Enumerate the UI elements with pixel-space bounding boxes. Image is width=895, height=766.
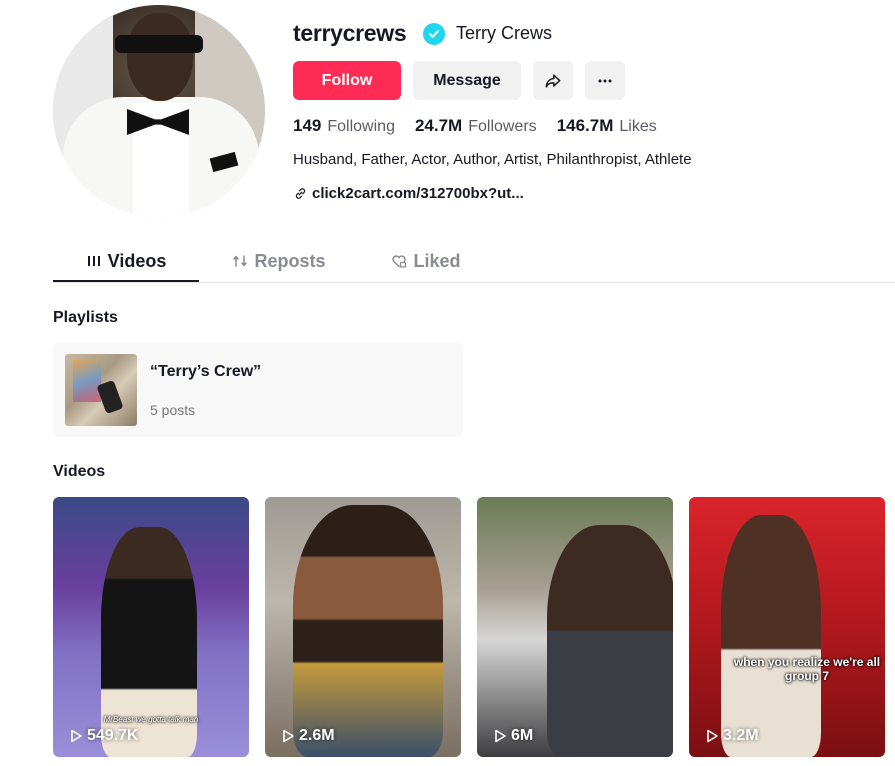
avatar-sunglasses: [115, 35, 203, 53]
playlist-thumbnail: [65, 354, 137, 426]
play-icon: [71, 729, 82, 743]
thumbnail-figure: [96, 379, 124, 415]
repost-icon: [233, 255, 248, 267]
playlists-heading: Playlists: [53, 309, 118, 326]
thumbnail-art: [73, 360, 101, 402]
follow-button[interactable]: Follow: [293, 61, 401, 100]
view-count: 549.7K: [87, 727, 139, 744]
video-views: 6M: [493, 727, 533, 745]
stat-value: 24.7M: [414, 116, 463, 135]
video-card[interactable]: 2.6M: [265, 497, 461, 757]
heart-lock-icon: [392, 255, 407, 268]
stat-label: Followers: [468, 118, 537, 135]
playlist-name: “Terry’s Crew”: [150, 363, 262, 380]
view-count: 3.2M: [723, 727, 759, 744]
stat-value: 146.7M: [556, 116, 614, 135]
tab-label: Videos: [107, 250, 167, 271]
verified-badge-icon: [423, 23, 445, 45]
tab-active-indicator: [53, 280, 199, 282]
stat-following[interactable]: 149 Following: [293, 116, 395, 136]
stat-likes: 146.7M Likes: [557, 116, 657, 136]
video-views: 3.2M: [705, 727, 759, 745]
video-thumbnail-subject: [293, 505, 443, 757]
tab-reposts[interactable]: Reposts: [219, 240, 339, 282]
grid-icon: [87, 256, 100, 266]
play-icon: [495, 729, 506, 743]
tab-label: Reposts: [254, 250, 326, 271]
stat-label: Following: [327, 118, 395, 135]
profile-stats: 149 Following 24.7M Followers 146.7M Likes: [293, 116, 657, 136]
stat-value: 149: [293, 116, 322, 135]
video-views: 2.6M: [281, 727, 335, 745]
video-caption: MrBeast we gotta talk man: [103, 715, 199, 724]
profile-avatar[interactable]: [53, 5, 265, 217]
profile-tabs: Videos Reposts Liked: [53, 240, 895, 283]
message-button[interactable]: Message: [413, 61, 521, 100]
playlist-card[interactable]: “Terry’s Crew” 5 posts: [53, 343, 463, 437]
profile-username: terrycrews: [293, 20, 407, 46]
video-grid: MrBeast we gotta talk man 549.7K 2.6M 6M…: [53, 497, 885, 757]
profile-bio: Husband, Father, Actor, Author, Artist, …: [293, 151, 692, 168]
share-button[interactable]: [533, 61, 573, 100]
playlist-count: 5 posts: [150, 402, 196, 418]
video-card[interactable]: MrBeast we gotta talk man 549.7K: [53, 497, 249, 757]
profile-link[interactable]: click2cart.com/312700bx?ut...: [293, 185, 524, 202]
videos-heading: Videos: [53, 463, 106, 480]
stat-followers[interactable]: 24.7M Followers: [415, 116, 537, 136]
ellipsis-icon: [598, 79, 612, 82]
stat-label: Likes: [619, 118, 657, 135]
video-views: 549.7K: [69, 727, 139, 745]
video-caption: when you realize we're all group 7: [733, 655, 881, 683]
profile-nickname: Terry Crews: [456, 23, 553, 43]
share-arrow-icon: [545, 73, 561, 88]
avatar-head: [127, 13, 193, 101]
tab-label: Liked: [413, 250, 461, 271]
play-icon: [283, 729, 294, 743]
profile-link-text: click2cart.com/312700bx?ut...: [312, 185, 524, 202]
view-count: 2.6M: [299, 727, 335, 744]
tab-videos[interactable]: Videos: [53, 240, 199, 282]
video-card[interactable]: when you realize we're all group 7 3.2M: [689, 497, 885, 757]
video-card[interactable]: 6M: [477, 497, 673, 757]
more-options-button[interactable]: [585, 61, 625, 100]
tab-liked[interactable]: Liked: [371, 240, 481, 282]
video-thumbnail-subject: [721, 515, 821, 757]
play-icon: [707, 729, 718, 743]
view-count: 6M: [511, 727, 534, 744]
link-icon: [295, 188, 306, 199]
video-thumbnail-subject: [547, 525, 673, 757]
